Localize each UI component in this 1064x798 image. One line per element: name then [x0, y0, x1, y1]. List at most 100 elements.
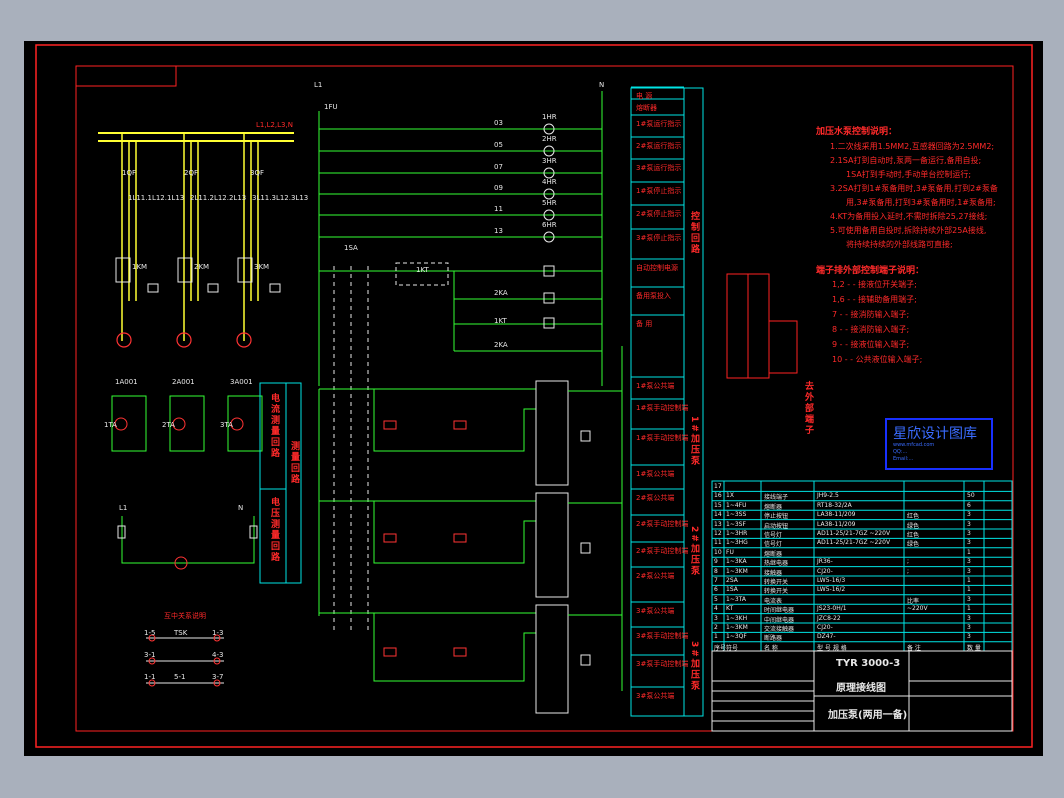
bom-cell: 热继电器 [764, 560, 789, 568]
bom-cell: 1~3HG [726, 539, 748, 547]
relay-coils [543, 265, 555, 329]
bom-cell: LW5-16/3 [817, 577, 846, 584]
bom-header-cell: 型 号 规 格 [817, 645, 847, 652]
ct-circuits [111, 395, 263, 452]
bom-cell: ~220V [907, 605, 928, 613]
terminal-label: 2#泵公共端 [636, 494, 675, 502]
bom-cell: ; [907, 567, 910, 575]
bom-cell: 3 [967, 614, 971, 622]
terminal-label: 3#泵手动控制端 [636, 632, 689, 640]
control-line-label: L1 [314, 81, 323, 89]
contact-label: 1-3 [212, 629, 224, 637]
bom-cell: 转换开关 [764, 579, 789, 586]
bom-cell: 时间继电器 [764, 607, 795, 615]
terminal-label: 2#泵停止指示 [636, 210, 682, 218]
terminal-strip-label: 去外部端子 [803, 381, 813, 436]
motor-feeders [121, 133, 259, 341]
bom-cell: 1~3SS [726, 511, 747, 519]
bom-cell: 转换开关 [764, 588, 789, 596]
contactor-label: 2KM [194, 263, 210, 271]
bom-cell: AD11-25/21-7GZ ~220V [817, 530, 891, 537]
bom-cell: 电流表 [764, 597, 783, 605]
bom-cell: 1 [967, 577, 971, 584]
bom-cell: 3 [967, 539, 971, 547]
bom-cell: LA38-11/209 [817, 520, 856, 528]
bom-cell: AD11-25/21-7GZ ~220V [817, 539, 891, 547]
bom-cell: CJ20- [817, 567, 833, 575]
contact-label: 4-3 [212, 651, 224, 659]
bom-cell: 停止按钮 [764, 513, 789, 521]
contact-label: 3-1 [144, 651, 156, 659]
terminal-label: 1#泵运行指示 [636, 120, 682, 128]
bom-cell: JR36- [817, 558, 833, 566]
phase-label: 3L11.3L12.3L13 [252, 194, 309, 202]
bom-cell: 熔断器 [764, 503, 783, 511]
bom-cell: 10 [714, 548, 722, 556]
bom-cell: 1 [714, 633, 718, 641]
bom-cell: 绿色 [907, 522, 920, 530]
bom-cell: 2 [714, 624, 718, 631]
terminal-label: 2#泵公共端 [636, 572, 675, 580]
terminal-note-item: 1,2 - - 接液位开关端子; [832, 280, 917, 289]
bom-cell: 3 [967, 520, 971, 528]
control-label: 1SA [344, 244, 358, 252]
bom-cell: 1~3KH [726, 614, 748, 622]
power-bus [98, 132, 294, 142]
control-line-label: N [238, 504, 244, 512]
control-label: 1KT [416, 266, 429, 274]
control-rails [318, 91, 603, 386]
small-table [726, 273, 798, 379]
pump-group-1 [318, 388, 536, 616]
bom-cell: 9 [714, 558, 718, 566]
phase-label: 2L11.2L12.2L13 [190, 194, 247, 202]
bom-cell: KT [726, 605, 734, 613]
bom-cell: 交流接触器 [764, 626, 795, 633]
controller-1 [535, 380, 569, 486]
ct-meter-label: 1TA [104, 421, 117, 429]
watermark-title: 星欣设计图库 [893, 426, 977, 442]
bom-cell: 红色 [907, 532, 920, 539]
terminal-label: 1#泵手动控制端 [636, 434, 689, 442]
bom-cell: ; [907, 558, 910, 566]
watermark-logo: 星欣设计图库 www.mfcad.com QQ:... Email:... [885, 418, 993, 470]
bom-cell: 17 [714, 483, 722, 490]
bom-cell: 3 [967, 567, 971, 575]
notes-title: 加压水泵控制说明： [816, 127, 898, 137]
terminal-label: 2#泵运行指示 [636, 142, 682, 150]
bom-cell: 6 [967, 501, 971, 509]
ct-meter-label: 3TA [220, 421, 233, 429]
control-line-label: L1 [119, 504, 128, 512]
terminal-label: 3#泵停止指示 [636, 234, 682, 242]
control-label: 1KT [494, 317, 507, 325]
bom-cell: 1 [967, 548, 971, 556]
lamp-tag: 1HR [542, 113, 557, 121]
ct-meter-label: 2TA [162, 421, 175, 429]
right-group-label: 控制回路 [689, 211, 699, 255]
bom-cell: 接触器 [764, 569, 783, 577]
bom-cell: LA38-11/209 [817, 511, 856, 519]
controller-3 [535, 604, 569, 714]
terminal-label: 1#泵公共端 [636, 382, 675, 390]
note-item: 用,3#泵备用,打到3#泵备用时,1#泵备用; [846, 198, 996, 207]
lamp-wire: 03 [494, 119, 503, 127]
terminal-label: 1#泵公共端 [636, 470, 675, 478]
fuse-label: 1FU [324, 103, 338, 111]
lamp-tag: 2HR [542, 135, 557, 143]
bom-cell: 15 [714, 501, 722, 509]
right-group-label: 3#加压泵 [689, 641, 699, 692]
bom-cell: 16 [714, 492, 722, 500]
bom-cell: JS23-0H/1 [817, 605, 847, 613]
terminal-label: 3#泵手动控制端 [636, 660, 689, 668]
bom-cell: 熔断器 [764, 550, 783, 558]
lamp-tag: 6HR [542, 221, 557, 229]
bom-cell: 8 [714, 567, 718, 575]
bom-cell: 3 [714, 614, 718, 622]
phase-label: 1L11.1L12.1L13 [128, 194, 185, 202]
bom-cell: 7 [714, 577, 718, 584]
bom-header-cell: 序号 [714, 645, 727, 652]
bom-cell: 50 [967, 492, 975, 500]
lamp-tag: 4HR [542, 178, 557, 186]
bom-cell: 1~3HR [726, 530, 748, 537]
control-label: 2KA [494, 341, 508, 349]
bom-cell: LW5-16/2 [817, 586, 846, 594]
